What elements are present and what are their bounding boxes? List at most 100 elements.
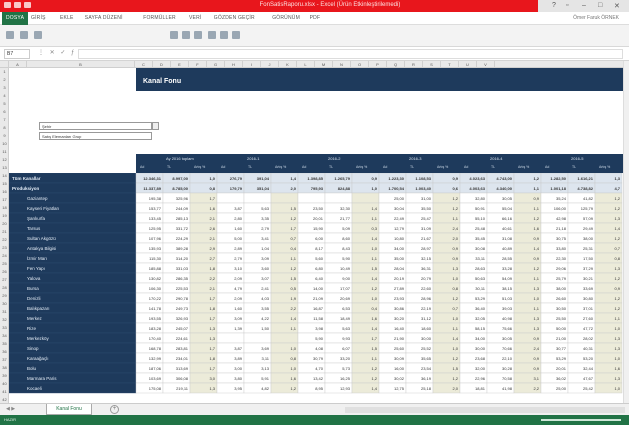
align-left-icon[interactable] [170, 31, 178, 39]
table-row[interactable]: Denizli 170,22 290,78 1,7 2,09 4,03 1,9 21,09 20… [9, 292, 623, 304]
row-number[interactable]: 21 [0, 229, 9, 234]
column-header[interactable]: R [405, 61, 423, 68]
table-row[interactable]: Merkez 193,55 326,93 1,7 3,09 4,22 1,4 11,58 18,… [9, 312, 623, 324]
data-cell[interactable] [324, 192, 353, 204]
table-row[interactable]: Marmara Paris 103,69 306,08 3,0 3,80 5,91 1,6 1… [9, 372, 623, 384]
row-number[interactable]: 42 [0, 397, 9, 402]
formula-input[interactable] [78, 49, 623, 59]
table-row[interactable]: Bolu 187,06 313,69 1,7 3,00 3,13 1,0 4,70 5,73 1,… [9, 362, 623, 374]
table-row[interactable]: Fen Yapı 185,88 331,03 1,8 3,10 3,60 1,2 6,80 10… [9, 262, 623, 274]
row-number[interactable]: 22 [0, 237, 9, 242]
column-header[interactable]: H [225, 61, 243, 68]
row-number[interactable]: 40 [0, 381, 9, 386]
table-row[interactable]: Kayseri Fiyatları 153,77 244,09 1,6 3,87 5,63… [9, 202, 623, 214]
row-number[interactable]: 1 [0, 69, 9, 74]
row-number[interactable]: 32 [0, 317, 9, 322]
worksheet-grid[interactable]: Kanal Fonu Şehir Satış Elemanları Grup A… [9, 68, 623, 403]
row-number[interactable]: 9 [0, 133, 9, 138]
data-cell[interactable] [243, 192, 272, 204]
row-number[interactable]: 27 [0, 277, 9, 282]
row-number[interactable]: 26 [0, 269, 9, 274]
row-number[interactable]: 31 [0, 309, 9, 314]
row-number[interactable]: 28 [0, 285, 9, 290]
row-number[interactable]: 2 [0, 77, 9, 82]
undo-icon[interactable] [14, 2, 21, 8]
align-right-icon[interactable] [194, 31, 202, 39]
zoom-slider[interactable] [541, 419, 621, 421]
row-number[interactable]: 8 [0, 125, 9, 130]
column-header[interactable]: K [279, 61, 297, 68]
row-number[interactable]: 15 [0, 181, 9, 186]
user-account[interactable]: Ömer Faruk ÖRNEK [573, 15, 619, 21]
row-number[interactable]: 34 [0, 333, 9, 338]
column-header[interactable]: M [315, 61, 333, 68]
column-header[interactable]: N [333, 61, 351, 68]
ribbon-display-icon[interactable]: ▫ [566, 2, 568, 9]
help-icon[interactable]: ? [552, 2, 556, 9]
add-sheet-icon[interactable]: + [110, 405, 119, 414]
row-number[interactable]: 25 [0, 261, 9, 266]
table-row[interactable]: Tüm Kanallar 12.346,31 8.997,00 1,0 276,79 39… [9, 173, 623, 184]
table-row[interactable]: Produksiyon 11.337,89 8.785,00 0,8 179,79 351… [9, 182, 623, 194]
row-number[interactable]: 38 [0, 365, 9, 370]
sort-icon[interactable] [208, 31, 216, 39]
column-header[interactable]: L [297, 61, 315, 68]
column-header[interactable]: E [171, 61, 189, 68]
ribbon-tab-2[interactable]: EKLE [60, 15, 74, 21]
data-cell[interactable] [270, 332, 299, 344]
redo-icon[interactable] [24, 2, 31, 8]
row-number[interactable]: 12 [0, 157, 9, 162]
column-header[interactable]: F [189, 61, 207, 68]
table-row[interactable]: Bursa 106,30 225,53 2,1 4,79 2,41 0,5 14,00 17,0… [9, 282, 623, 294]
row-number[interactable]: 13 [0, 165, 9, 170]
row-number[interactable]: 35 [0, 341, 9, 346]
column-header[interactable]: O [351, 61, 369, 68]
row-number[interactable]: 24 [0, 253, 9, 258]
ribbon-tab-1[interactable]: GİRİŞ [31, 15, 46, 21]
table-row[interactable]: Karaağaçlı 132,99 234,01 1,8 3,89 3,11 0,8 30,7… [9, 352, 623, 364]
sheet-tab-kanal-fonu[interactable]: Kanal Fonu [46, 404, 92, 415]
row-number[interactable]: 23 [0, 245, 9, 250]
column-header[interactable]: T [441, 61, 459, 68]
table-row[interactable]: Rize 183,28 245,07 1,3 1,39 1,50 1,1 3,98 5,63 1,… [9, 322, 623, 334]
data-cell[interactable] [351, 192, 380, 204]
column-header[interactable] [0, 61, 9, 68]
sheet-nav-icons[interactable]: ◀ ▶ [6, 406, 15, 412]
data-cell[interactable] [216, 332, 245, 344]
row-number[interactable]: 39 [0, 373, 9, 378]
font-icon[interactable] [34, 31, 42, 39]
row-number[interactable]: 6 [0, 109, 9, 114]
row-number[interactable]: 37 [0, 357, 9, 362]
paste-icon[interactable] [6, 31, 14, 39]
align-center-icon[interactable] [182, 31, 190, 39]
table-row[interactable]: Balıkpazarı 141,78 249,73 1,8 1,60 3,55 2,2 16,… [9, 302, 623, 314]
table-row[interactable]: Kocaeli 175,08 219,11 1,3 3,95 4,82 1,2 8,95 12,… [9, 382, 623, 394]
horizontal-scrollbar[interactable] [345, 407, 625, 413]
minimize-icon[interactable]: – [582, 2, 586, 9]
row-number[interactable]: 18 [0, 205, 9, 210]
ribbon-tab-7[interactable]: GÖRÜNÜM [272, 15, 300, 21]
row-number[interactable]: 4 [0, 93, 9, 98]
column-header[interactable]: U [459, 61, 477, 68]
column-header[interactable]: J [261, 61, 279, 68]
column-header[interactable]: B [27, 61, 135, 68]
row-number[interactable]: 33 [0, 325, 9, 330]
find-icon[interactable] [232, 31, 240, 39]
row-number[interactable]: 17 [0, 197, 9, 202]
table-row[interactable]: Şanlıurfa 133,45 285,13 2,1 2,80 3,35 1,2 20,01… [9, 212, 623, 224]
row-number[interactable]: 29 [0, 293, 9, 298]
filter-sales-group[interactable]: Satış Elemanları Grup [39, 132, 152, 140]
column-header[interactable]: C [135, 61, 153, 68]
row-number[interactable]: 16 [0, 189, 9, 194]
row-number[interactable]: 3 [0, 85, 9, 90]
ribbon-tab-5[interactable]: VERİ [189, 15, 201, 21]
table-row[interactable]: Gaziantep 195,38 325,96 1,7 25,00 31,00 1,2 32,… [9, 192, 623, 204]
data-cell[interactable] [243, 332, 272, 344]
vertical-scrollbar[interactable] [623, 61, 629, 403]
column-header[interactable]: Q [387, 61, 405, 68]
data-cell[interactable] [270, 192, 299, 204]
column-header[interactable]: I [243, 61, 261, 68]
column-header[interactable]: G [207, 61, 225, 68]
table-row[interactable]: Yalova 130,82 286,35 2,2 2,09 3,07 1,5 6,40 9,00… [9, 272, 623, 284]
data-cell[interactable] [216, 192, 245, 204]
